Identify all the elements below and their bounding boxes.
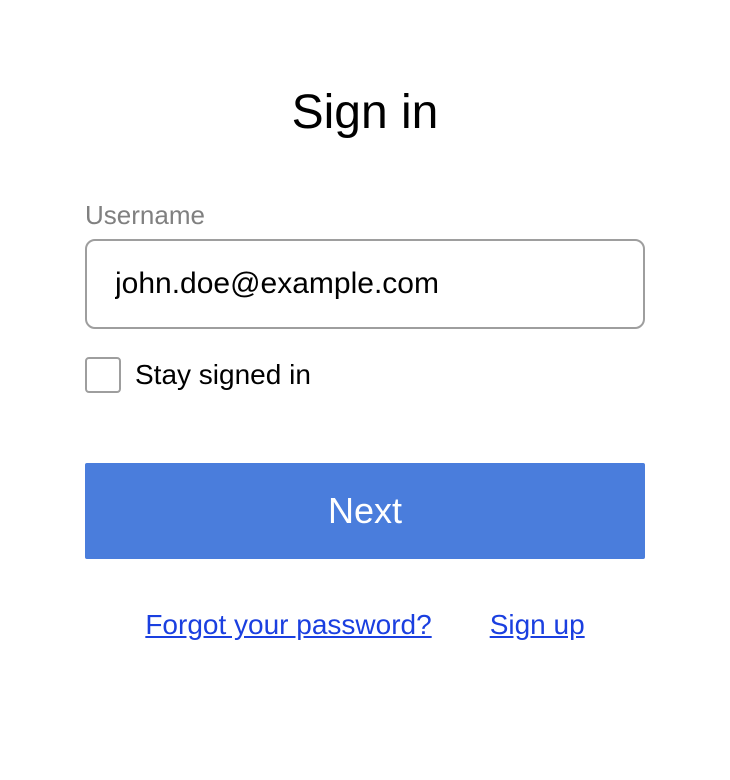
signin-form: Sign in Username Stay signed in Next For…: [0, 0, 730, 641]
forgot-password-link[interactable]: Forgot your password?: [145, 609, 431, 641]
username-label: Username: [85, 200, 645, 231]
stay-signed-in-checkbox[interactable]: [85, 357, 121, 393]
username-input[interactable]: [85, 239, 645, 329]
bottom-links: Forgot your password? Sign up: [85, 609, 645, 641]
signup-link[interactable]: Sign up: [490, 609, 585, 641]
stay-signed-in-row: Stay signed in: [85, 357, 645, 393]
stay-signed-in-label: Stay signed in: [135, 359, 311, 391]
next-button[interactable]: Next: [85, 463, 645, 559]
page-title: Sign in: [85, 85, 645, 140]
